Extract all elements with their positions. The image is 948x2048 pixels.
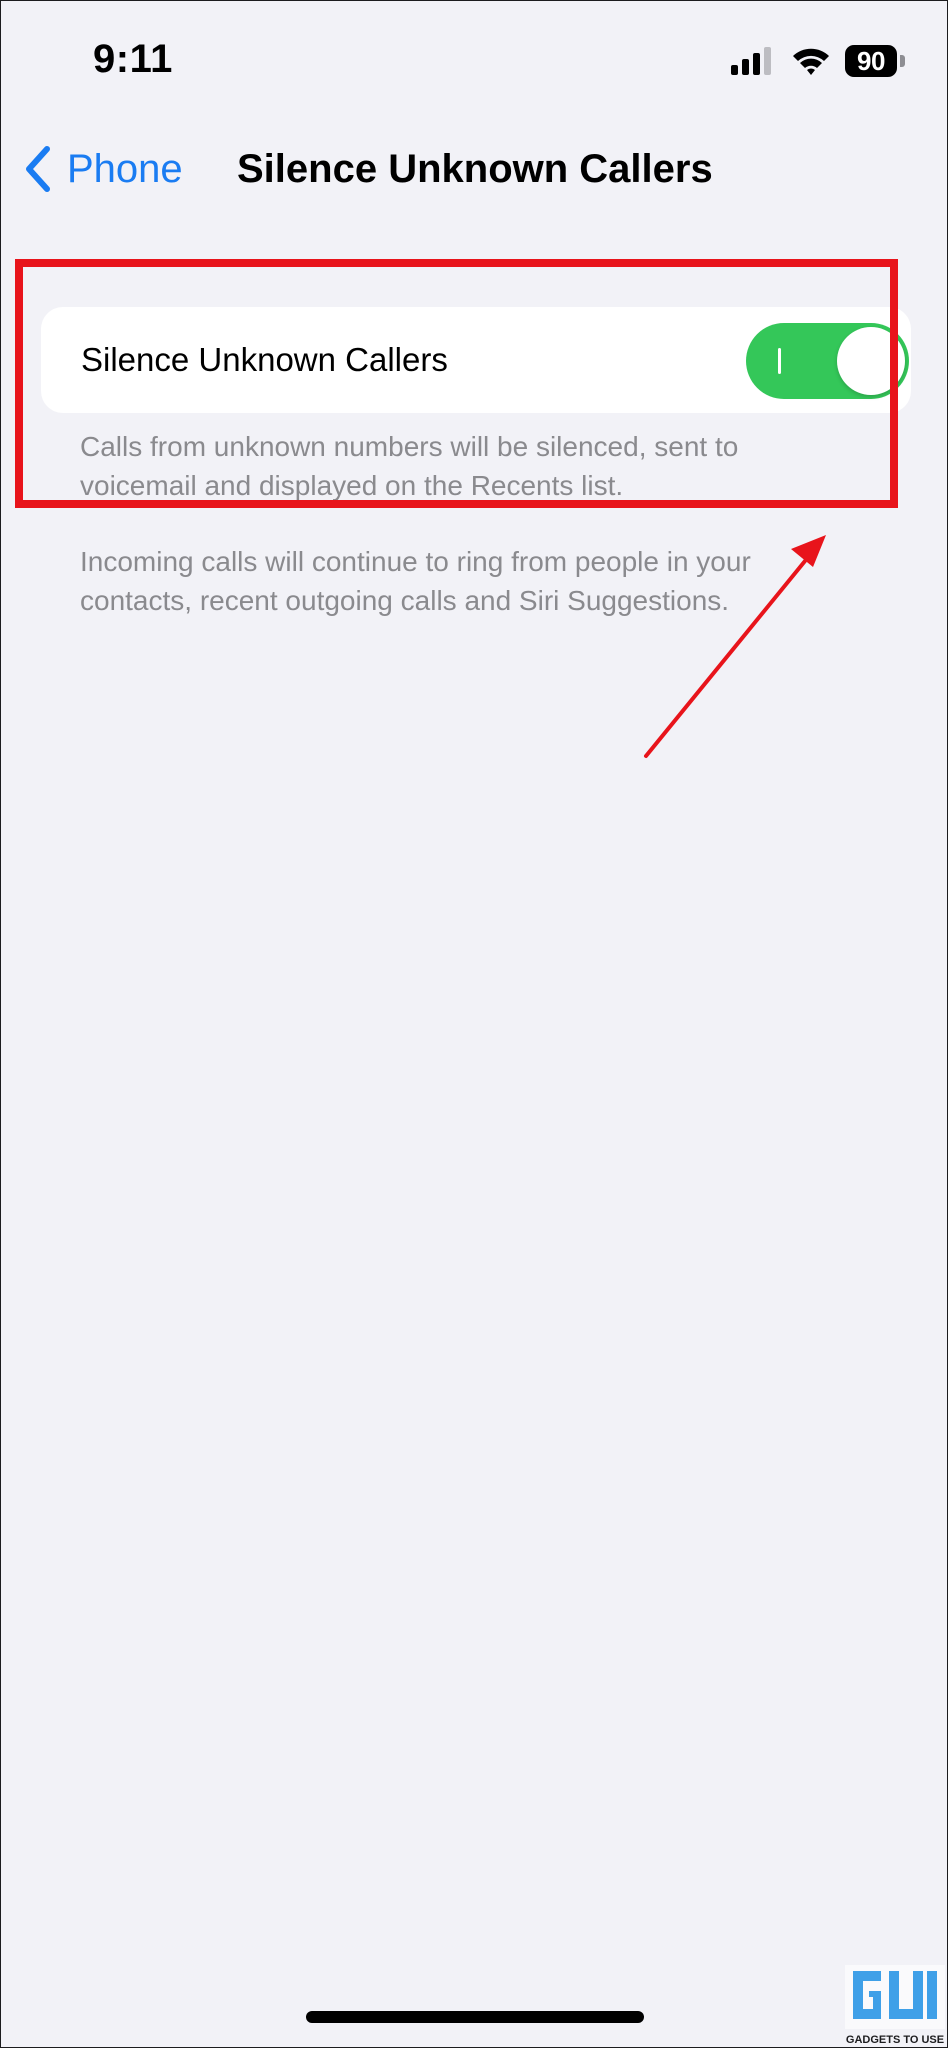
battery-icon: 90 <box>845 45 897 77</box>
screen: 9:11 90 Phone Silence Unknown Callers Si… <box>0 0 948 2048</box>
back-button[interactable]: Phone <box>23 141 183 197</box>
status-time: 9:11 <box>93 37 173 81</box>
chevron-left-icon <box>26 146 50 192</box>
silence-unknown-callers-row[interactable]: Silence Unknown Callers <box>41 307 911 413</box>
page-title: Silence Unknown Callers <box>237 147 713 191</box>
watermark-logo: GADGETS TO USE <box>845 1965 945 2046</box>
home-indicator <box>306 2011 644 2023</box>
toggle-on-indicator <box>778 348 781 374</box>
battery-level: 90 <box>857 46 885 76</box>
battery-cap <box>900 55 905 67</box>
wifi-icon <box>793 48 829 75</box>
setting-description: Calls from unknown numbers will be silen… <box>80 431 739 501</box>
back-label[interactable]: Phone <box>67 147 183 192</box>
setting-note: Incoming calls will continue to ring fro… <box>80 546 751 616</box>
setting-label: Silence Unknown Callers <box>81 341 448 378</box>
toggle-knob[interactable] <box>837 327 905 395</box>
cellular-signal-icon <box>731 47 771 75</box>
status-icons: 90 <box>731 41 905 81</box>
svg-text:GADGETS TO USE: GADGETS TO USE <box>846 2034 944 2046</box>
silence-unknown-callers-toggle[interactable] <box>746 323 909 399</box>
